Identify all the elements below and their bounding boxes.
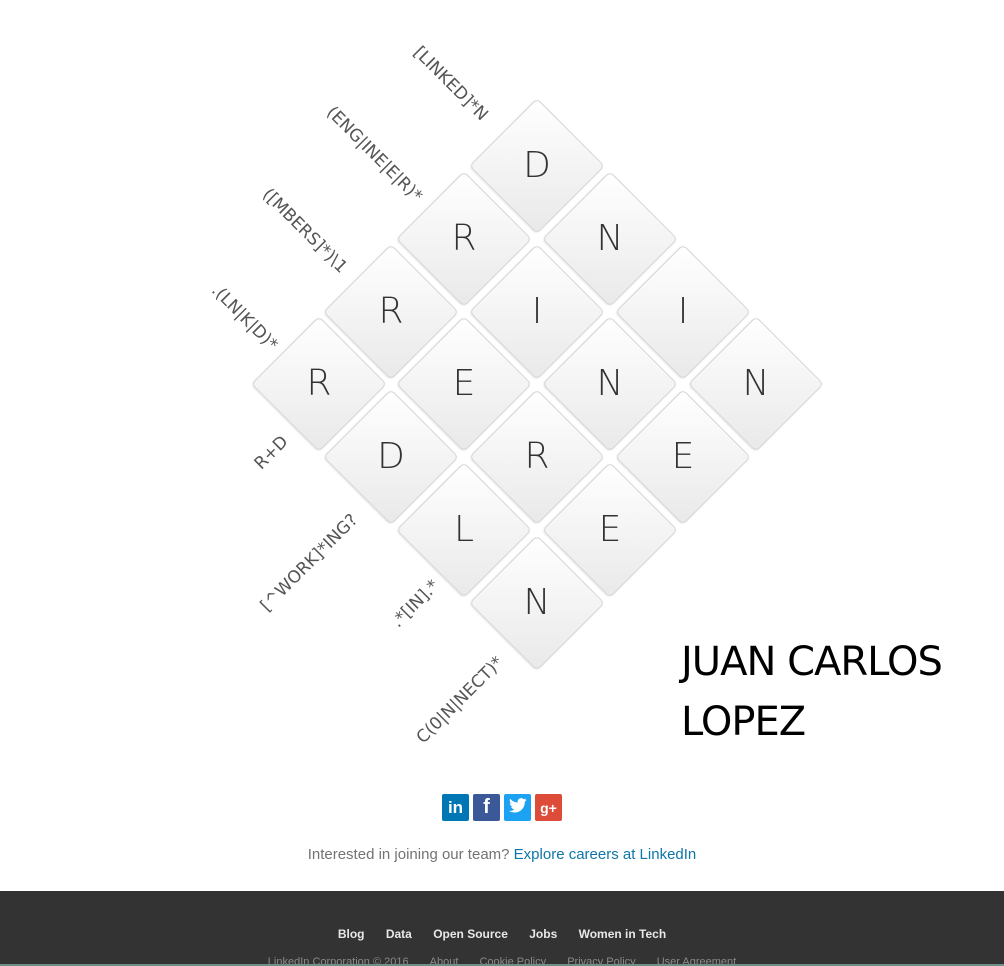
puzzle-tile-letter: E (452, 363, 476, 404)
clue-lower-1: R+D (250, 431, 293, 474)
player-name-line-1: JUAN CARLOS (681, 639, 943, 685)
puzzle-tile-letter: E (671, 436, 695, 477)
puzzle-tile-letter: I (677, 291, 689, 332)
puzzle-tile-letter: I (531, 291, 543, 332)
puzzle-tile-letter: R (451, 218, 477, 259)
explore-careers-link[interactable]: Explore careers at LinkedIn (514, 846, 697, 863)
puzzle-tile-letter: R (306, 363, 332, 404)
footer-link-blog[interactable]: Blog (338, 927, 365, 941)
twitter-icon-glyph (508, 797, 527, 818)
clue-lower-4: C(0|N|NECT)* (412, 652, 508, 748)
facebook-icon-glyph: f (483, 796, 490, 818)
puzzle-tile-letter: N (596, 363, 624, 404)
footer-link-open-source[interactable]: Open Source (433, 927, 508, 941)
clue-lower-3: .*[IN].* (387, 575, 444, 632)
careers-prompt: Interested in joining our team? (307, 846, 510, 863)
puzzle-tile-letter: N (596, 218, 624, 259)
clue-lower-2: [^WORK]*ING? (256, 510, 363, 616)
puzzle-tile-letter: L (453, 509, 475, 550)
footer-link-women-in-tech[interactable]: Women in Tech (579, 927, 667, 941)
clue-upper-4: .(LN|K|D)* (207, 280, 282, 355)
page: D R N R I I R E N N D R E L E N [LINKED]*N (ENG|INE|E|R)*… (0, 0, 1004, 966)
linkedin-icon-glyph: in (447, 797, 464, 817)
facebook-icon[interactable]: f (473, 794, 500, 821)
google-plus-icon[interactable]: g+ (535, 794, 562, 821)
twitter-icon[interactable] (504, 794, 531, 821)
puzzle-tile-letter: D (377, 436, 405, 477)
footer-link-jobs[interactable]: Jobs (529, 927, 557, 941)
puzzle-tile-letter: E (598, 509, 622, 550)
clue-upper-2: (ENG|INE|E|R)* (322, 102, 426, 207)
google-plus-icon-glyph: g+ (540, 799, 557, 816)
puzzle-tile-letter: R (378, 291, 404, 332)
careers-callout: Interested in joining our team? Explore … (0, 846, 1004, 863)
clue-upper-3: ([MBERS]*)\1 (258, 184, 352, 278)
player-name-line-2: LOPEZ (681, 699, 806, 745)
clue-upper-1: [LINKED]*N (409, 42, 492, 126)
footer-nav: Blog Data Open Source Jobs Women in Tech (0, 927, 1004, 941)
site-footer: Blog Data Open Source Jobs Women in Tech… (0, 891, 1004, 966)
puzzle-tile-letter: N (523, 582, 551, 623)
puzzle-tile-letter: R (524, 436, 550, 477)
puzzle-tile-letter: D (523, 145, 551, 186)
puzzle-tile-letter: N (742, 363, 770, 404)
linkedin-icon[interactable]: in (442, 794, 469, 821)
footer-link-data[interactable]: Data (386, 927, 412, 941)
